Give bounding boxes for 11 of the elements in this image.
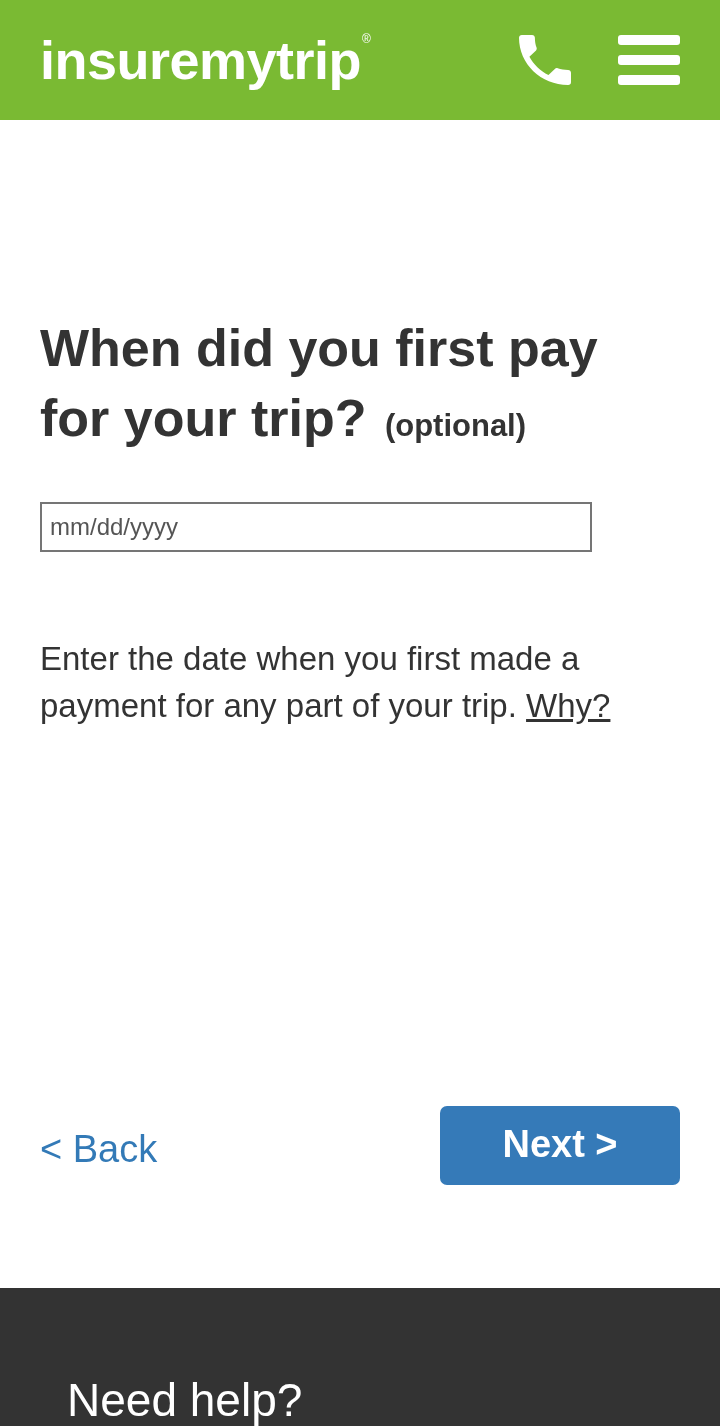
question-title: When did you first pay for your trip? (optional) [40,318,599,449]
date-input[interactable]: mm/dd/yyyy [40,502,592,552]
registered-mark: ® [362,32,371,46]
back-link[interactable]: < Back [40,1126,158,1171]
logo-text[interactable]: insuremytrip [40,30,362,90]
why-link[interactable]: Why? [526,687,611,724]
help-text: Enter the date when you first made a payment for any part of your trip. Why? [40,639,612,726]
menu-icon[interactable] [618,35,680,85]
phone-icon[interactable] [519,35,571,85]
next-button[interactable]: Next > [440,1106,680,1185]
footer-heading: Need help? [67,1373,303,1426]
